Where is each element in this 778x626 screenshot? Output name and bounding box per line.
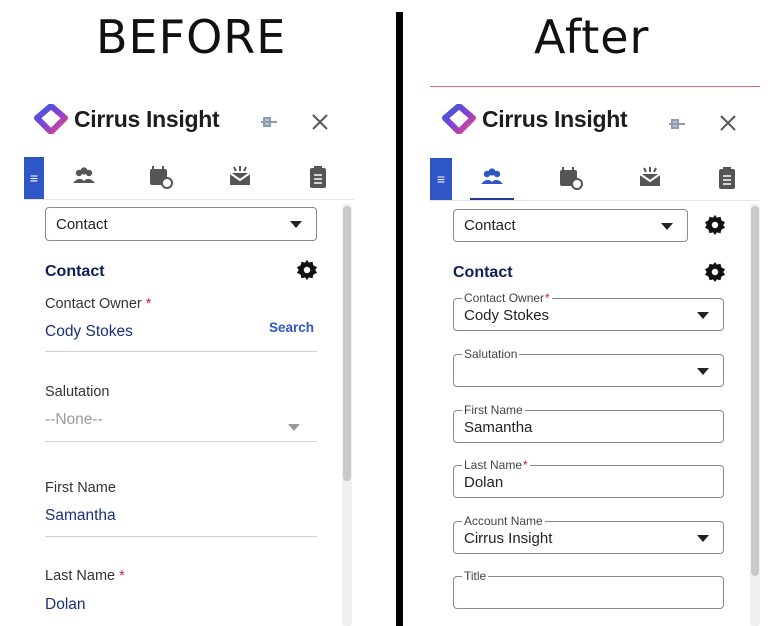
cirrus-logo-icon [34,104,68,134]
hamburger-menu-icon[interactable]: ≡ [430,158,452,200]
section-title: Contact [45,263,105,280]
pin-icon[interactable] [666,115,686,133]
tab-bar-after: ≡ [430,158,760,201]
field-underline [45,536,317,537]
close-icon[interactable] [311,113,329,131]
calendar-icon[interactable] [146,163,174,191]
section-title: Contact [453,264,513,281]
title-input[interactable]: Title [453,569,724,609]
contacts-icon[interactable] [478,164,506,192]
contact-owner-select[interactable]: Contact Owner* Cody Stokes [453,291,724,331]
active-tab-indicator [470,198,514,200]
chevron-down-icon [697,367,709,375]
inbox-icon[interactable] [636,164,664,192]
scrollbar-thumb[interactable] [343,206,351,481]
search-link[interactable]: Search [269,320,314,335]
last-name-input[interactable]: Dolan [45,596,86,614]
after-heading: After [534,10,650,64]
cirrus-logo-icon [442,104,476,134]
scrollbar-thumb[interactable] [751,206,759,576]
tab-bar-before: ≡ [24,157,354,200]
pin-icon[interactable] [258,113,278,131]
close-icon[interactable] [719,114,737,132]
chevron-down-icon [697,534,709,542]
gear-icon[interactable] [296,259,318,281]
brand-logo-after: Cirrus Insight [442,104,628,134]
field-label: First Name [45,480,116,496]
contacts-icon[interactable] [70,163,98,191]
field-label: Salutation [45,384,110,400]
scrollbar-after[interactable] [750,204,760,626]
contact-owner-value: Cody Stokes [464,307,550,324]
brand-name: Cirrus Insight [74,105,220,132]
record-type-value: Contact [464,217,516,234]
last-name-input[interactable]: Last Name* Dolan [453,458,724,498]
after-separator-line [430,86,760,87]
calendar-icon[interactable] [556,164,584,192]
scrollbar-before[interactable] [342,204,352,626]
divider [396,12,403,626]
account-name-value: Cirrus Insight [464,530,553,547]
field-label: Contact Owner * [45,296,152,312]
gear-icon[interactable] [704,214,726,236]
record-type-select[interactable]: Contact [453,209,688,242]
chevron-down-icon [697,311,709,319]
first-name-input[interactable]: First Name Samantha [453,403,724,443]
before-heading: BEFORE [96,10,287,64]
inbox-icon[interactable] [226,163,254,191]
chevron-down-icon [661,222,673,230]
field-label: Last Name * [45,568,125,584]
record-type-select[interactable]: Contact [45,207,317,241]
clipboard-icon[interactable] [304,163,332,191]
first-name-input[interactable]: Samantha [45,507,116,525]
record-type-value: Contact [56,215,108,233]
last-name-value: Dolan [464,474,504,491]
clipboard-icon[interactable] [713,164,741,192]
chevron-down-icon[interactable] [288,424,300,431]
chevron-down-icon [290,221,302,228]
field-underline [45,441,317,442]
first-name-value: Samantha [464,419,533,436]
contact-owner-value[interactable]: Cody Stokes [45,323,133,341]
hamburger-menu-icon[interactable]: ≡ [24,157,44,199]
field-underline [45,351,317,352]
account-name-select[interactable]: Account Name Cirrus Insight [453,514,724,554]
gear-icon[interactable] [704,261,726,283]
brand-name: Cirrus Insight [482,105,628,132]
salutation-select[interactable]: --None-- [45,411,103,429]
salutation-select[interactable]: Salutation [453,347,724,387]
brand-logo-before: Cirrus Insight [34,104,220,134]
